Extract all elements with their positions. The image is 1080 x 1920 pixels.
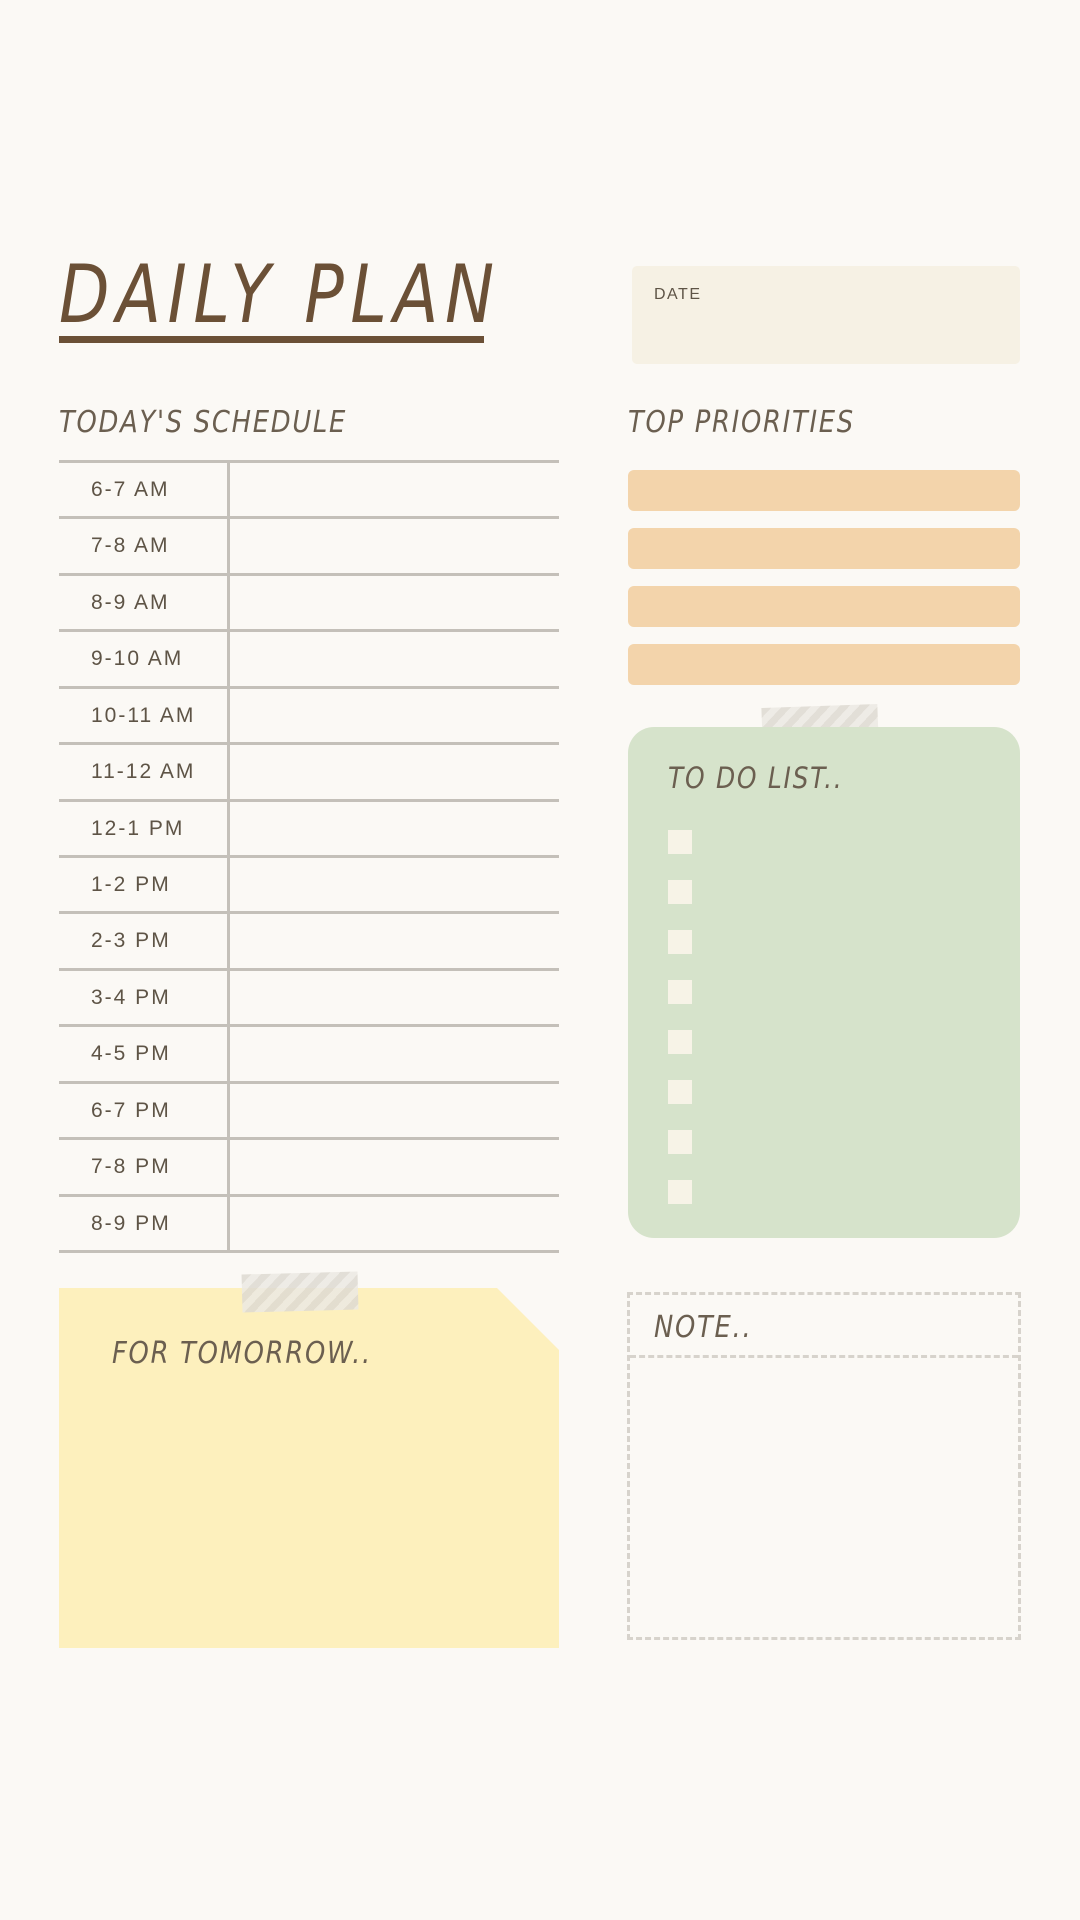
schedule-row: 8-9 PM — [59, 1197, 559, 1250]
priority-field[interactable] — [628, 644, 1020, 685]
schedule-row: 3-4 PM — [59, 971, 559, 1024]
note-divider — [630, 1355, 1018, 1358]
schedule-slot[interactable] — [230, 802, 559, 855]
schedule-slot[interactable] — [230, 463, 559, 516]
schedule-time-label: 12-1 PM — [91, 817, 185, 840]
schedule-slot[interactable] — [230, 1084, 559, 1137]
schedule-slot[interactable] — [230, 576, 559, 629]
schedule-slot[interactable] — [230, 1140, 559, 1193]
schedule-row: 11-12 AM — [59, 745, 559, 798]
schedule-slot[interactable] — [230, 914, 559, 967]
todo-checkbox[interactable] — [668, 880, 692, 904]
priority-field[interactable] — [628, 528, 1020, 569]
todo-checkbox[interactable] — [668, 1080, 692, 1104]
schedule-time-label: 4-5 PM — [91, 1042, 171, 1065]
schedule-slot[interactable] — [230, 689, 559, 742]
schedule-row: 9-10 AM — [59, 632, 559, 685]
schedule-row: 1-2 PM — [59, 858, 559, 911]
title-underline — [59, 336, 484, 343]
tape-strip — [241, 1271, 359, 1313]
schedule-heading: TODAY'S SCHEDULE — [59, 405, 348, 440]
schedule-slot[interactable] — [230, 745, 559, 798]
schedule-time-label: 6-7 AM — [91, 478, 170, 501]
schedule-time-label: 3-4 PM — [91, 986, 171, 1009]
schedule-time-label: 8-9 AM — [91, 591, 170, 614]
schedule-time-label: 1-2 PM — [91, 873, 171, 896]
schedule-time-label: 2-3 PM — [91, 929, 171, 952]
schedule-row: 6-7 AM — [59, 463, 559, 516]
schedule-time-label: 11-12 AM — [91, 760, 196, 783]
schedule-slot[interactable] — [230, 1197, 559, 1250]
schedule-table: 6-7 AM 7-8 AM 8-9 AM 9-10 AM 10-11 AM 11-12 A… — [59, 460, 559, 1253]
note-box[interactable]: NOTE.. — [627, 1292, 1021, 1640]
todo-checkbox[interactable] — [668, 930, 692, 954]
priorities-heading: TOP PRIORITIES — [628, 405, 855, 440]
schedule-line — [59, 1250, 559, 1253]
schedule-time-label: 9-10 AM — [91, 647, 184, 670]
todo-heading: TO DO LIST.. — [668, 761, 844, 795]
todo-card: TO DO LIST.. — [628, 727, 1020, 1238]
schedule-slot[interactable] — [230, 1027, 559, 1080]
priority-field[interactable] — [628, 470, 1020, 511]
schedule-time-label: 8-9 PM — [91, 1212, 171, 1235]
schedule-row: 7-8 AM — [59, 519, 559, 572]
todo-checkbox[interactable] — [668, 1180, 692, 1204]
todo-checkbox[interactable] — [668, 830, 692, 854]
priority-field[interactable] — [628, 586, 1020, 627]
schedule-row: 4-5 PM — [59, 1027, 559, 1080]
schedule-row: 12-1 PM — [59, 802, 559, 855]
date-field[interactable]: DATE — [632, 266, 1020, 364]
schedule-row: 2-3 PM — [59, 914, 559, 967]
schedule-time-label: 6-7 PM — [91, 1099, 171, 1122]
schedule-time-label: 7-8 AM — [91, 534, 170, 557]
schedule-slot[interactable] — [230, 858, 559, 911]
todo-checkbox[interactable] — [668, 1130, 692, 1154]
date-label: DATE — [654, 286, 702, 303]
schedule-time-label: 10-11 AM — [91, 704, 196, 727]
schedule-slot[interactable] — [230, 519, 559, 572]
schedule-slot[interactable] — [230, 971, 559, 1024]
todo-checkbox[interactable] — [668, 1030, 692, 1054]
schedule-row: 7-8 PM — [59, 1140, 559, 1193]
note-heading: NOTE.. — [654, 1310, 753, 1345]
schedule-slot[interactable] — [230, 632, 559, 685]
schedule-row: 6-7 PM — [59, 1084, 559, 1137]
daily-planner-page: { "header": { "title": "DAILY PLAN", "da… — [0, 0, 1080, 1920]
schedule-row: 8-9 AM — [59, 576, 559, 629]
todo-checkbox[interactable] — [668, 980, 692, 1004]
schedule-time-label: 7-8 PM — [91, 1155, 171, 1178]
schedule-row: 10-11 AM — [59, 689, 559, 742]
page-title: DAILY PLAN — [59, 248, 501, 341]
tomorrow-heading: FOR TOMORROW.. — [112, 1336, 372, 1371]
